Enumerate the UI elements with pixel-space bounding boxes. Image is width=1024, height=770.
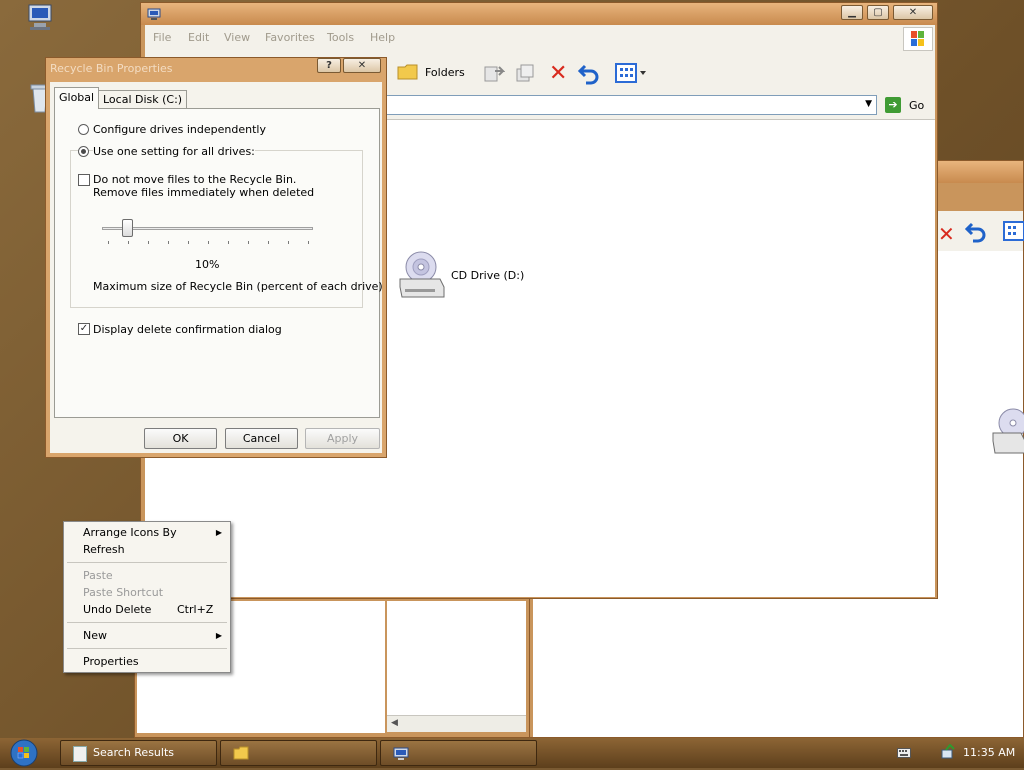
cancel-button[interactable]: Cancel — [225, 428, 298, 449]
menu-tools[interactable]: Tools — [327, 31, 354, 44]
menu-item-refresh[interactable]: Refresh — [83, 543, 125, 556]
menu-separator — [67, 622, 227, 623]
slider-tick — [268, 241, 269, 244]
slider-tick — [308, 241, 309, 244]
move-to-icon[interactable] — [483, 63, 506, 86]
keyboard-icon[interactable] — [897, 748, 911, 761]
cd-drive-icon — [397, 249, 445, 302]
cd-drive-icon[interactable] — [991, 407, 1024, 458]
tab-local-disk[interactable]: Local Disk (C:) — [98, 90, 188, 108]
ok-button[interactable]: OK — [144, 428, 217, 449]
cd-drive-label: CD Drive (D:) — [451, 269, 525, 282]
delete-icon[interactable]: ✕ — [549, 61, 567, 86]
windows-logo-icon — [903, 27, 933, 51]
slider-tick — [208, 241, 209, 244]
submenu-arrow-icon: ▶ — [215, 528, 222, 537]
slider-ticks — [102, 241, 313, 245]
main-window-titlebar[interactable] — [141, 3, 937, 25]
lower-window-pane-right — [387, 601, 526, 717]
taskbar-search-results-label: Search Results — [93, 746, 175, 759]
desktop-context-menu: Arrange Icons By ▶ Refresh Paste Paste S… — [63, 521, 231, 673]
go-button[interactable]: ➔ Go — [885, 96, 929, 116]
views-icon[interactable] — [1003, 221, 1024, 244]
taskbar-button-computer[interactable] — [380, 740, 537, 766]
horizontal-scrollbar[interactable]: ◀ — [387, 715, 526, 732]
folder-icon — [233, 745, 249, 769]
menu-help[interactable]: Help — [370, 31, 395, 44]
radio-one-setting[interactable] — [78, 146, 89, 157]
go-label: Go — [909, 99, 925, 112]
views-icon[interactable] — [615, 63, 647, 86]
radio-independent[interactable] — [78, 124, 89, 135]
apply-button[interactable]: Apply — [305, 428, 380, 449]
menu-edit[interactable]: Edit — [188, 31, 209, 44]
folder-icon — [397, 63, 419, 84]
slider-tick — [248, 241, 249, 244]
slider-tick — [148, 241, 149, 244]
computer-icon — [393, 746, 409, 770]
search-document-icon — [73, 746, 87, 762]
close-button[interactable]: ✕ — [893, 5, 933, 20]
copy-to-icon[interactable] — [515, 63, 537, 86]
dialog-close-button[interactable]: ✕ — [343, 58, 381, 73]
taskbar-button-folder[interactable] — [220, 740, 377, 766]
slider-tick — [168, 241, 169, 244]
maximize-button[interactable]: ▢ — [867, 5, 889, 20]
menu-separator — [67, 648, 227, 649]
checkbox-no-move[interactable] — [78, 174, 90, 186]
checkbox-confirm-label: Display delete confirmation dialog — [93, 323, 282, 336]
undo-icon[interactable] — [964, 219, 988, 246]
slider-tick — [108, 241, 109, 244]
window-app-icon — [147, 8, 161, 23]
tab-global[interactable]: Global — [54, 87, 100, 109]
menu-favorites[interactable]: Favorites — [265, 31, 315, 44]
size-slider[interactable] — [102, 219, 313, 249]
address-dropdown-arrow-icon[interactable]: ▼ — [865, 99, 872, 109]
radio-independent-label: Configure drives independently — [93, 123, 266, 136]
scroll-left-arrow-icon[interactable]: ◀ — [391, 718, 398, 728]
menu-item-properties[interactable]: Properties — [83, 655, 139, 668]
folders-label: Folders — [425, 66, 465, 79]
checkbox-confirm[interactable]: ✓ — [78, 323, 90, 335]
undo-icon[interactable] — [577, 61, 601, 88]
tab-panel-global: Configure drives independently Use one s… — [54, 108, 383, 418]
checkbox-no-move-label: Do not move files to the Recycle Bin. — [93, 173, 297, 186]
menu-item-undo-delete[interactable]: Undo Delete — [83, 603, 151, 616]
recycle-bin-properties-dialog[interactable]: Recycle Bin Properties ? ✕ Global Local … — [45, 57, 387, 458]
menu-item-arrange-icons[interactable]: Arrange Icons By — [83, 526, 177, 539]
menu-item-paste[interactable]: Paste — [83, 569, 113, 582]
slider-track — [102, 227, 313, 230]
menu-view[interactable]: View — [224, 31, 250, 44]
slider-tick — [288, 241, 289, 244]
menu-item-new[interactable]: New — [83, 629, 107, 642]
computer-icon[interactable] — [24, 3, 56, 33]
dialog-title: Recycle Bin Properties — [50, 62, 173, 75]
minimize-button[interactable]: ▁ — [841, 5, 863, 20]
checkbox-no-move-sublabel: Remove files immediately when deleted — [93, 186, 315, 199]
network-icon[interactable] — [940, 743, 956, 763]
start-button[interactable] — [8, 739, 40, 767]
slider-tick — [128, 241, 129, 244]
slider-thumb[interactable] — [122, 219, 133, 237]
undo-shortcut-hint: Ctrl+Z — [177, 603, 214, 616]
taskbar-button-search-results[interactable]: Search Results — [60, 740, 217, 766]
menu-item-paste-shortcut[interactable]: Paste Shortcut — [83, 586, 163, 599]
menu-bar: File Edit View Favorites Tools Help — [145, 25, 935, 55]
menu-file[interactable]: File — [153, 31, 171, 44]
slider-caption: Maximum size of Recycle Bin (percent of … — [93, 280, 383, 293]
slider-tick — [228, 241, 229, 244]
cd-drive-item[interactable]: CD Drive (D:) — [397, 249, 537, 299]
help-button[interactable]: ? — [317, 58, 341, 73]
dialog-body: Global Local Disk (C:) Configure drives … — [50, 82, 383, 453]
slider-tick — [188, 241, 189, 244]
submenu-arrow-icon: ▶ — [215, 631, 222, 640]
go-arrow-icon: ➔ — [885, 97, 901, 113]
radio-one-setting-label: Use one setting for all drives: — [93, 145, 255, 158]
address-input[interactable]: ▼ — [385, 95, 877, 115]
delete-icon[interactable]: ✕ — [938, 222, 955, 246]
slider-value: 10% — [195, 258, 220, 271]
taskbar-clock[interactable]: 11:35 AM — [963, 746, 1015, 759]
menu-separator — [67, 562, 227, 563]
